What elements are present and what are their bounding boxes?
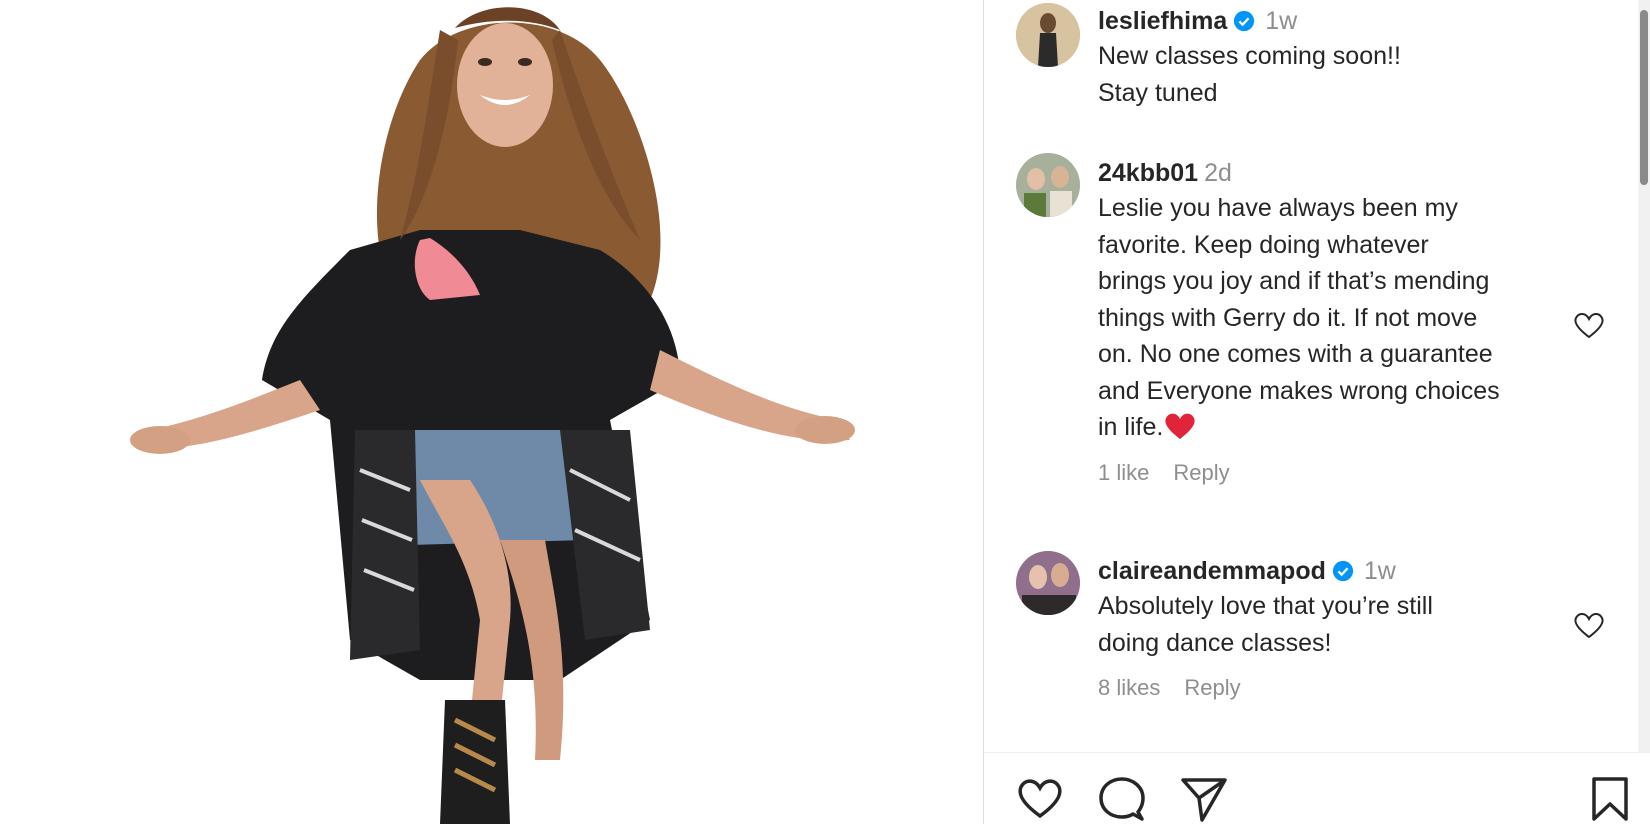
comment-text-line: and Everyone makes wrong choices (1098, 376, 1500, 405)
comment-text-line: favorite. Keep doing whatever (1098, 230, 1429, 259)
reply-button[interactable]: Reply (1173, 460, 1229, 485)
commenter-username[interactable]: 24kbb01 (1098, 159, 1198, 187)
comment-text-line: brings you joy and if that’s mending (1098, 267, 1490, 295)
red-heart-emoji-icon (1165, 413, 1195, 439)
commenter-username[interactable]: claireandemmapod (1098, 557, 1326, 585)
caption-line: Stay tuned (1098, 78, 1218, 107)
comment-text-line: Leslie you have always been my (1098, 194, 1458, 222)
like-heart-icon[interactable] (1016, 776, 1064, 820)
comment-text-line: on. No one comes with a guarantee (1098, 340, 1493, 368)
commenter-avatar[interactable] (1016, 551, 1080, 615)
comment-text-segment: in life. (1098, 413, 1164, 441)
heart-outline-icon[interactable] (1572, 310, 1606, 340)
verified-badge-icon (1234, 10, 1255, 32)
comment-text-line: Absolutely love that you’re still (1098, 592, 1433, 620)
comments-scrollbar[interactable] (1638, 0, 1650, 752)
comment-text-line: things with Gerry do it. If not move (1098, 303, 1478, 332)
save-bookmark-icon[interactable] (1590, 776, 1630, 822)
caption-line: New classes coming soon!! (1098, 42, 1401, 70)
comment-text-line: in life. (1098, 409, 1558, 446)
reply-button[interactable]: Reply (1184, 675, 1240, 700)
scrollbar-thumb[interactable] (1640, 10, 1648, 185)
share-paper-plane-icon[interactable] (1180, 776, 1228, 822)
post-photo[interactable] (0, 0, 984, 824)
comment-bubble-icon[interactable] (1098, 776, 1146, 824)
commenter-avatar[interactable] (1016, 153, 1080, 217)
author-username[interactable]: lesliefhima (1098, 7, 1227, 35)
comment-like-count[interactable]: 8 likes (1098, 675, 1160, 700)
post-action-bar (984, 754, 1650, 824)
comment-text-line: doing dance classes! (1098, 628, 1332, 657)
post-timestamp[interactable]: 1w (1265, 7, 1297, 35)
verified-badge-icon (1332, 560, 1353, 582)
heart-outline-icon[interactable] (1572, 610, 1606, 640)
comment-like-count[interactable]: 1 like (1098, 460, 1149, 485)
comment-timestamp[interactable]: 1w (1364, 557, 1396, 585)
comment-timestamp[interactable]: 2d (1204, 159, 1232, 187)
comments-pane[interactable]: lesliefhima 1w New classes coming soon!! … (984, 0, 1650, 752)
dancer-photo-image (0, 0, 983, 824)
author-avatar[interactable] (1016, 3, 1080, 67)
action-bar-divider (984, 752, 1650, 753)
